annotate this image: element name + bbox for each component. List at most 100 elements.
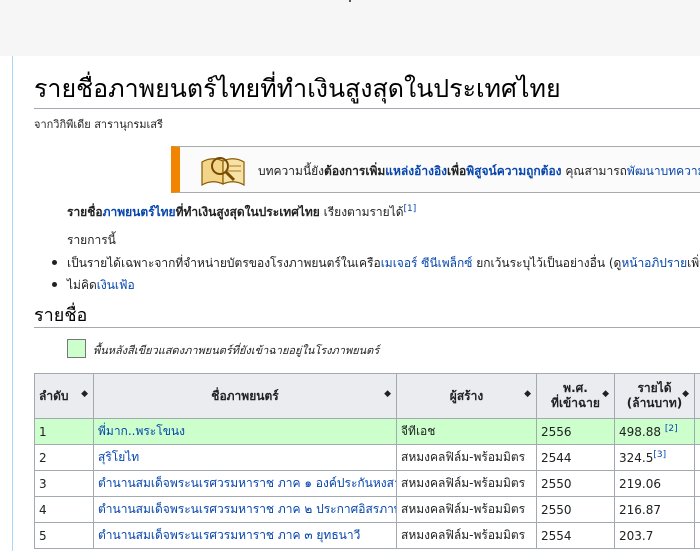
notice-text-part: บทความนี้ยัง xyxy=(258,164,325,178)
cell-year: 2550 xyxy=(536,496,615,523)
bullet-item-2: ไม่คิดเงินเฟ้อ xyxy=(52,276,135,295)
table-row: 4 ตำนานสมเด็จพระนเรศวรมหาราช ภาค ๒ ประกา… xyxy=(34,496,700,523)
cell-rank: 5 xyxy=(34,522,94,549)
sort-icon[interactable]: ◆ xyxy=(81,389,88,399)
cell-rank: 1 xyxy=(34,418,94,445)
header-rank-label: ลำดับ xyxy=(39,388,69,403)
cell-gross: 216.87 xyxy=(614,496,695,523)
header-film-label: ชื่อภาพยนตร์ xyxy=(211,388,279,403)
top-header-bar xyxy=(0,0,700,56)
title-divider xyxy=(34,108,700,109)
cell-year: 2554 xyxy=(536,522,615,549)
cell-extra xyxy=(694,496,700,523)
sort-icon[interactable]: ◆ xyxy=(602,389,609,399)
header-studio[interactable]: ผู้สร้าง ◆ xyxy=(396,373,537,419)
cell-studio: สหมงคลฟิล์ม-พร้อมมิตร xyxy=(396,522,537,549)
major-cineplex-link[interactable]: เมเจอร์ ซีนีเพล็กซ์ xyxy=(381,256,473,270)
cell-film: สุริโยไท xyxy=(93,444,397,471)
cell-year: 2556 xyxy=(536,418,615,445)
cell-studio: สหมงคลฟิล์ม-พร้อมมิตร xyxy=(396,496,537,523)
header-gross-line2: (ล้านบาท) xyxy=(626,396,683,410)
bullet-icon xyxy=(52,260,57,265)
reference-link[interactable]: [3] xyxy=(653,450,666,460)
table-row: 5 ตำนานสมเด็จพระนเรศวรมหาราช ภาค ๓ ยุทธน… xyxy=(34,522,700,549)
header-gross-line1: รายได้ xyxy=(637,381,672,395)
header-film[interactable]: ชื่อภาพยนตร์ ◆ xyxy=(93,373,397,419)
legend-text: พื้นหลังสีเขียวแสดงภาพยนตร์ที่ยังเข้าฉาย… xyxy=(93,344,380,357)
intro-bold-2: ที่ทำเงินสูงสุดในประเทศไทย xyxy=(175,205,320,219)
header-gross[interactable]: รายได้ (ล้านบาท) ◆ xyxy=(614,373,695,419)
sort-icon[interactable]: ◆ xyxy=(524,389,531,399)
table-row: 1 พี่มาก..พระโขนง จีทีเอช 2556 498.88 [2… xyxy=(34,418,700,445)
cell-studio: จีทีเอช xyxy=(396,418,537,445)
films-table: ลำดับ ◆ ชื่อภาพยนตร์ ◆ ผู้สร้าง ◆ พ.ศ. ที่เข… xyxy=(34,373,700,549)
film-link[interactable]: ตำนานสมเด็จพระนเรศวรมหาราช ภาค ๒ ประกาศอ… xyxy=(98,502,396,516)
gross-value: 498.88 xyxy=(619,425,661,439)
table-header-row: ลำดับ ◆ ชื่อภาพยนตร์ ◆ ผู้สร้าง ◆ พ.ศ. ที่เข… xyxy=(34,373,700,419)
cell-extra: อ xyxy=(694,418,700,445)
reference-1-link[interactable]: [1] xyxy=(404,204,417,214)
header-extra[interactable]: ◆ xyxy=(694,373,700,419)
notice-text: บทความนี้ยังต้องการเพิ่มแหล่งอ้างอิงเพื่… xyxy=(258,162,700,181)
cell-studio: สหมงคลฟิล์ม-พร้อมมิตร xyxy=(396,444,537,471)
cell-gross: 203.7 xyxy=(614,522,695,549)
bullet-icon xyxy=(52,282,57,287)
film-link[interactable]: สุริโยไท xyxy=(98,450,139,464)
bullet-item-1: เป็นรายได้เฉพาะจากที่จำหน่ายบัตรของโรงภา… xyxy=(52,254,700,273)
cell-extra xyxy=(694,470,700,497)
header-year-line1: พ.ศ. xyxy=(563,381,588,395)
page-title: รายชื่อภาพยนตร์ไทยที่ทำเงินสูงสุดในประเท… xyxy=(34,74,561,103)
cell-extra xyxy=(694,522,700,549)
book-icon xyxy=(201,157,245,187)
sort-icon[interactable]: ◆ xyxy=(682,389,689,399)
verify-link[interactable]: พิสูจน์ความถูกต้อง xyxy=(466,164,561,178)
intro-tail: เรียงตามรายได้ xyxy=(319,205,404,219)
cell-gross: 324.5[3] xyxy=(614,444,695,471)
header-rank[interactable]: ลำดับ ◆ xyxy=(34,373,94,419)
inflation-link[interactable]: เงินเฟ้อ xyxy=(97,278,135,292)
notice-box: บทความนี้ยังต้องการเพิ่มแหล่งอ้างอิงเพื่… xyxy=(171,146,700,193)
cell-rank: 3 xyxy=(34,470,94,497)
bullet-2-text: ไม่คิด xyxy=(67,278,97,292)
section-heading: รายชื่อ xyxy=(34,305,88,326)
intro-bold: รายชื่อ xyxy=(67,205,103,219)
cell-film: พี่มาก..พระโขนง xyxy=(93,418,397,445)
cell-extra xyxy=(694,444,700,471)
cell-year: 2544 xyxy=(536,444,615,471)
header-studio-label: ผู้สร้าง xyxy=(449,388,484,403)
cell-studio: สหมงคลฟิล์ม-พร้อมมิตร xyxy=(396,470,537,497)
sort-icon[interactable]: ◆ xyxy=(384,389,391,399)
legend-swatch xyxy=(67,339,86,358)
reference-link[interactable]: [2] xyxy=(665,424,678,434)
improve-article-link[interactable]: พัฒนาบทความนี้ได้ xyxy=(627,164,700,178)
cell-gross: 498.88 [2] xyxy=(614,418,695,445)
section-divider xyxy=(34,327,700,328)
table-row: 2 สุริโยไท สหมงคลฟิล์ม-พร้อมมิตร 2544 32… xyxy=(34,444,700,471)
cell-film: ตำนานสมเด็จพระนเรศวรมหาราช ภาค ๒ ประกาศอ… xyxy=(93,496,397,523)
intro-paragraph: รายชื่อภาพยนตร์ไทยที่ทำเงินสูงสุดในประเท… xyxy=(67,203,416,222)
gross-value: 324.5 xyxy=(619,451,654,465)
film-link[interactable]: ตำนานสมเด็จพระนเรศวรมหาราช ภาค ๓ ยุทธนาว… xyxy=(98,528,360,542)
site-tagline: จากวิกิพีเดีย สารานุกรมเสรี xyxy=(34,118,163,131)
bullet-1-text-2: ยกเว้นระบุไว้เป็นอย่างอื่น (ดู xyxy=(472,256,622,270)
header-dot xyxy=(349,0,351,2)
bullet-1-text-3: เพิ่ม xyxy=(687,256,700,270)
table-row: 3 ตำนานสมเด็จพระนเรศวรมหาราช ภาค ๑ องค์ป… xyxy=(34,470,700,497)
notice-text-bold: ต้องการเพิ่ม xyxy=(324,164,386,178)
cell-rank: 4 xyxy=(34,496,94,523)
notice-text-part-2: คุณสามารถ xyxy=(561,164,627,178)
talk-page-link[interactable]: หน้าอภิปราย xyxy=(621,256,687,270)
film-link[interactable]: ตำนานสมเด็จพระนเรศวรมหาราช ภาค ๑ องค์ประ… xyxy=(98,476,396,490)
list-label: รายการนี้ xyxy=(67,233,116,247)
film-link[interactable]: พี่มาก..พระโขนง xyxy=(98,424,185,438)
header-year-line2: ที่เข้าฉาย xyxy=(551,396,600,410)
references-link[interactable]: แหล่งอ้างอิง xyxy=(385,164,447,178)
cell-gross: 219.06 xyxy=(614,470,695,497)
cell-rank: 2 xyxy=(34,444,94,471)
cell-year: 2550 xyxy=(536,470,615,497)
thai-films-link[interactable]: ภาพยนตร์ไทย xyxy=(103,205,176,219)
bullet-1-text: เป็นรายได้เฉพาะจากที่จำหน่ายบัตรของโรงภา… xyxy=(67,256,381,270)
header-year[interactable]: พ.ศ. ที่เข้าฉาย ◆ xyxy=(536,373,615,419)
cell-film: ตำนานสมเด็จพระนเรศวรมหาราช ภาค ๓ ยุทธนาว… xyxy=(93,522,397,549)
cell-film: ตำนานสมเด็จพระนเรศวรมหาราช ภาค ๑ องค์ประ… xyxy=(93,470,397,497)
